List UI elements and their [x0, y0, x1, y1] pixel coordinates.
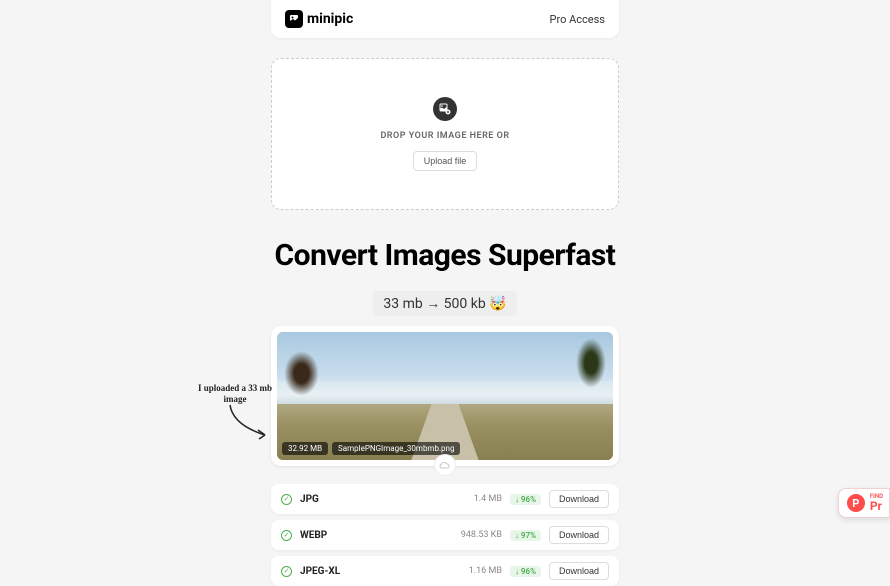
reduction-badge: ↓ 96%: [510, 494, 541, 505]
format-row-webp: ✓ WEBP 948.53 KB ↓ 97% Download: [271, 520, 619, 550]
cloud-icon: [434, 454, 456, 476]
format-row-jpg: ✓ JPG 1.4 MB ↓ 96% Download: [271, 484, 619, 514]
format-name: JPEG-XL: [300, 566, 461, 577]
check-icon: ✓: [281, 494, 292, 505]
check-icon: ✓: [281, 566, 292, 577]
reduction-badge: ↓ 96%: [510, 566, 541, 577]
size-comparison-badge: 33 mb → 500 kb 🤯: [373, 291, 516, 316]
format-size: 948.53 KB: [461, 530, 502, 540]
badge-bottom-text: Pr: [870, 500, 883, 512]
download-button[interactable]: Download: [549, 562, 609, 580]
logo-icon: [285, 10, 303, 28]
arrow-icon: [225, 400, 280, 445]
image-size-badge: 32.92 MB: [282, 442, 328, 455]
download-button[interactable]: Download: [549, 526, 609, 544]
brand-name: minipic: [307, 11, 353, 27]
page-headline: Convert Images Superfast: [275, 238, 616, 273]
format-name: JPG: [300, 494, 466, 505]
format-row-jpegxl: ✓ JPEG-XL 1.16 MB ↓ 96% Download: [271, 556, 619, 586]
header-bar: minipic Pro Access: [271, 0, 619, 38]
download-button[interactable]: Download: [549, 490, 609, 508]
pro-access-link[interactable]: Pro Access: [550, 13, 605, 26]
image-preview: 32.92 MB SamplePNGImage_30mbmb.png: [277, 332, 613, 460]
format-size: 1.4 MB: [474, 494, 502, 504]
dropzone-instruction: DROP YOUR IMAGE HERE OR: [380, 131, 509, 141]
image-add-icon: [433, 97, 457, 121]
p-icon: P: [847, 494, 865, 512]
format-list: ✓ JPG 1.4 MB ↓ 96% Download ✓ WEBP 948.5…: [271, 484, 619, 586]
brand-logo[interactable]: minipic: [285, 10, 353, 28]
product-hunt-badge[interactable]: P FIND Pr: [838, 488, 890, 518]
format-size: 1.16 MB: [469, 566, 502, 576]
upload-file-button[interactable]: Upload file: [413, 151, 478, 171]
uploaded-image-card: 32.92 MB SamplePNGImage_30mbmb.png: [271, 326, 619, 466]
check-icon: ✓: [281, 530, 292, 541]
reduction-badge: ↓ 97%: [510, 530, 541, 541]
dropzone[interactable]: DROP YOUR IMAGE HERE OR Upload file: [271, 58, 619, 210]
format-name: WEBP: [300, 530, 453, 541]
image-filename-badge: SamplePNGImage_30mbmb.png: [332, 442, 460, 455]
